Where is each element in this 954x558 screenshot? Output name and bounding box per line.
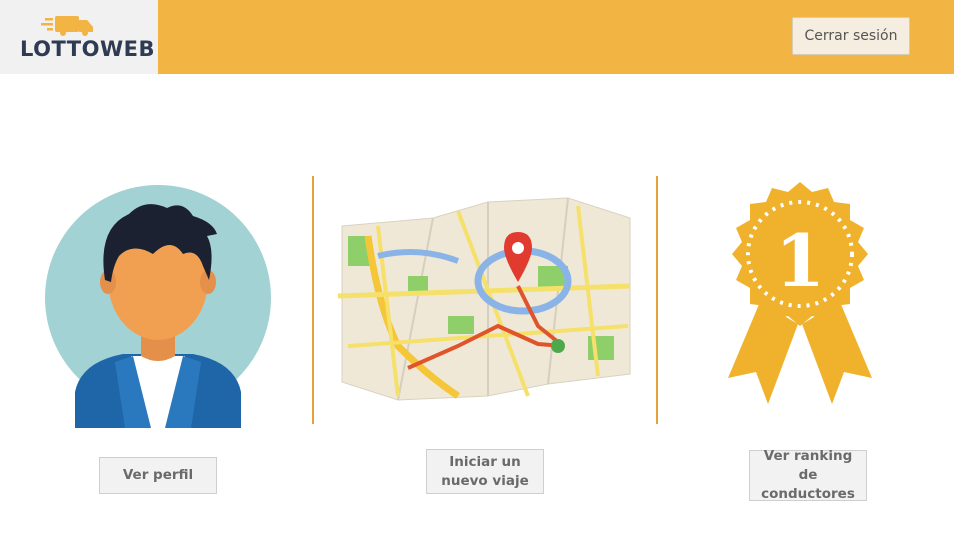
ribbon-number: 1 [775, 218, 825, 303]
first-place-ribbon-icon: 1 [728, 182, 872, 404]
top-header: LOTTOWEB Cerrar sesión [0, 0, 954, 74]
logo-text: LOTTOWEB [20, 37, 155, 61]
start-trip-button[interactable]: Iniciar un nuevo viaje [426, 449, 544, 494]
map-pin-icon [338, 197, 631, 401]
divider [312, 176, 314, 424]
user-profile-icon [45, 185, 271, 428]
logo[interactable]: LOTTOWEB [0, 0, 158, 74]
logout-button[interactable]: Cerrar sesión [792, 17, 910, 55]
view-profile-button[interactable]: Ver perfil [99, 457, 217, 494]
divider [656, 176, 658, 424]
view-ranking-button[interactable]: Ver ranking de conductores [749, 448, 867, 502]
